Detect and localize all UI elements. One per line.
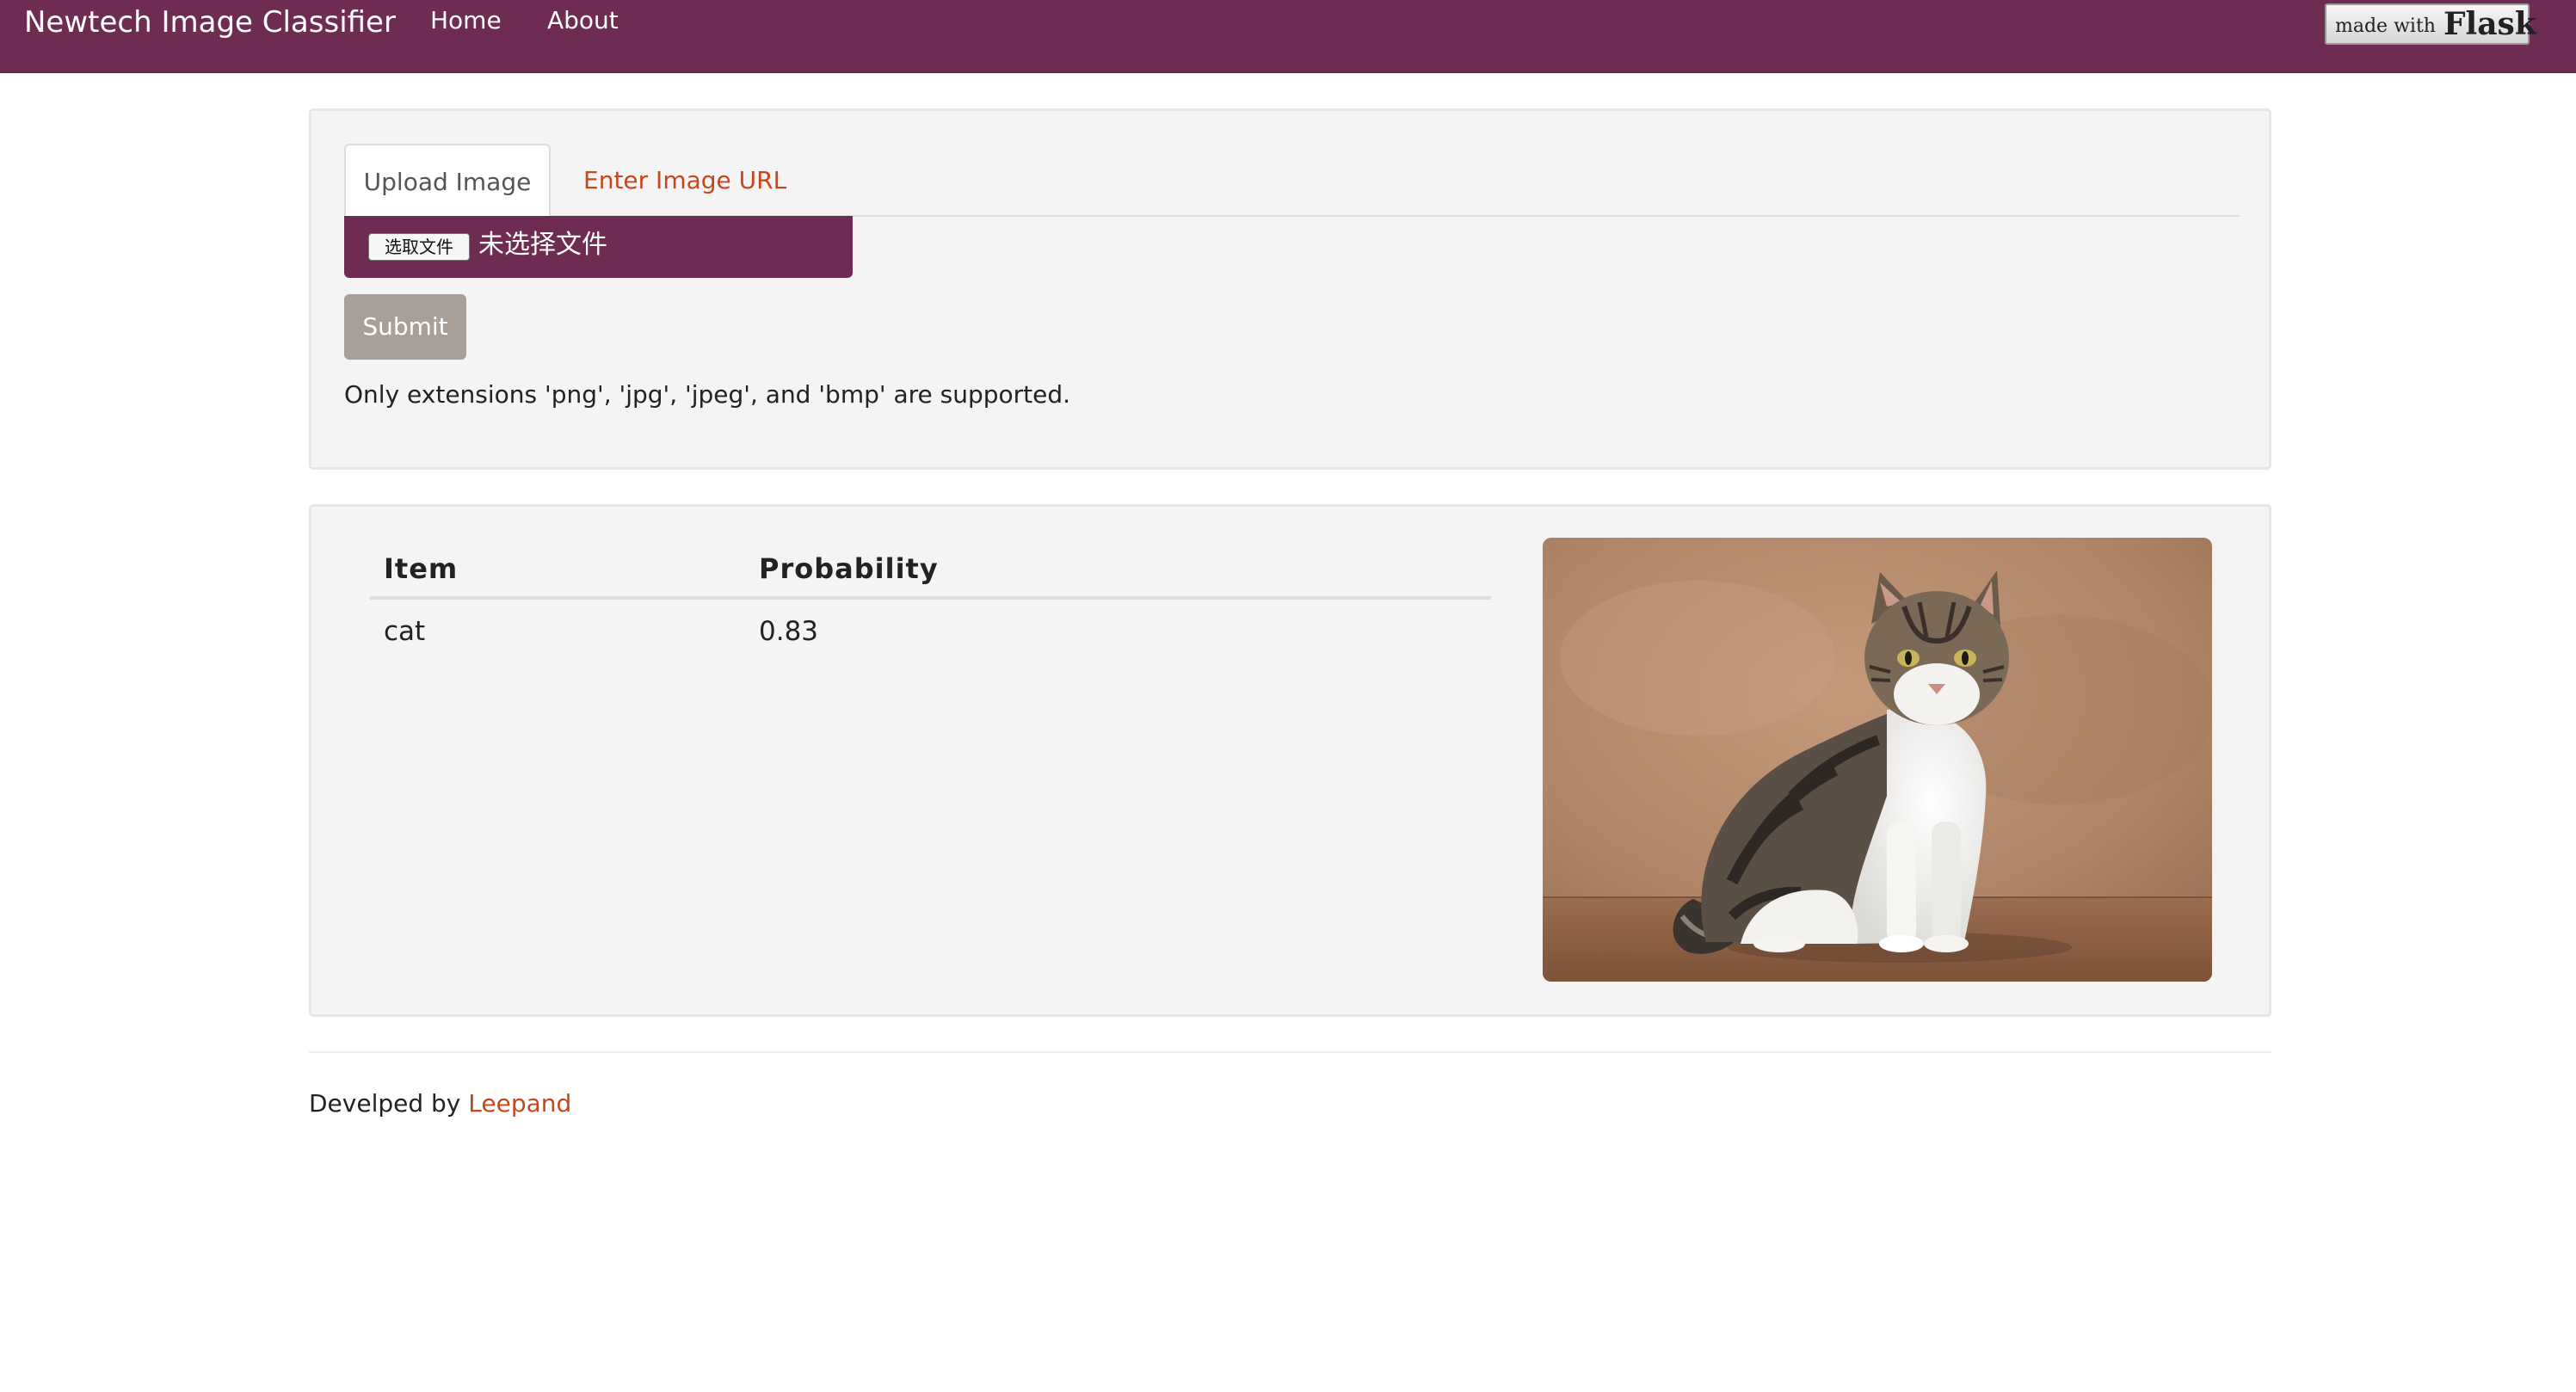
navbar: Newtech Image Classifier Home About made… [0,0,2576,73]
result-panel: Item Probability cat 0.83 [309,504,2271,1017]
table-header-row: Item Probability [370,533,1491,600]
footer-prefix: Develped by [309,1089,469,1118]
cell-item: cat [384,616,426,647]
cat-photo-illustration [1543,538,2212,982]
badge-big-text: Flask [2444,6,2536,42]
file-input[interactable]: 选取文件 未选择文件 [344,216,853,278]
nav-home-link[interactable]: Home [430,3,502,38]
results-table: Item Probability cat 0.83 [370,533,1491,663]
badge-small-text: made with [2335,15,2436,37]
nav-about-link[interactable]: About [547,3,619,38]
classified-image [1543,538,2212,982]
column-header-probability: Probability [745,533,1491,600]
table-row: cat 0.83 [370,598,1491,663]
brand-title[interactable]: Newtech Image Classifier [24,3,396,41]
made-with-flask-badge[interactable]: made with Flask [2325,3,2536,45]
footer-author-link[interactable]: Leepand [468,1089,571,1118]
submit-button[interactable]: Submit [344,294,466,360]
tab-enter-image-url[interactable]: Enter Image URL [583,144,786,218]
upload-panel: Upload Image Enter Image URL 选取文件 未选择文件 … [309,108,2271,470]
file-status-text: 未选择文件 [478,230,607,260]
cell-probability: 0.83 [759,616,819,647]
choose-file-button[interactable]: 选取文件 [368,233,470,261]
tab-upload-image[interactable]: Upload Image [344,144,551,218]
footer-divider [309,1051,2271,1053]
column-header-item: Item [370,533,745,600]
footer: Develped by Leepand [309,1087,571,1121]
supported-extensions-note: Only extensions 'png', 'jpg', 'jpeg', an… [344,380,1071,409]
